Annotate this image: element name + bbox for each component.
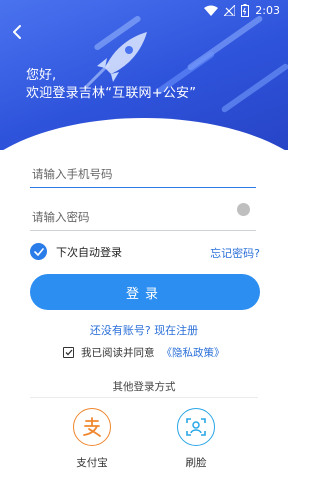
register-link[interactable]: 还没有账号? 现在注册	[0, 322, 288, 338]
status-bar: 2:03	[0, 0, 288, 20]
greeting-text: 您好,	[26, 68, 57, 83]
forgot-password-link[interactable]: 忘记密码?	[210, 245, 260, 261]
other-login-title: 其他登录方式	[112, 381, 176, 393]
check-icon	[33, 247, 44, 256]
face-scan-icon[interactable]	[177, 408, 215, 446]
auto-login-checkbox[interactable]	[30, 243, 47, 260]
auto-login-option[interactable]: 下次自动登录	[30, 243, 122, 260]
status-time: 2:03	[255, 3, 280, 17]
login-button[interactable]: 登录	[30, 274, 260, 310]
header-banner: 2:03 您好, 欢迎登录吉林“互联网+公安”	[0, 0, 288, 150]
password-input[interactable]	[30, 203, 256, 230]
auto-login-label: 下次自动登录	[56, 245, 122, 259]
agree-checkbox[interactable]	[63, 347, 74, 358]
divider	[30, 397, 258, 398]
decor-streak	[220, 62, 288, 114]
alipay-login-option[interactable]: 支付宝	[62, 408, 122, 470]
phone-input[interactable]	[30, 160, 256, 187]
welcome-title: 欢迎登录吉林“互联网+公安”	[26, 86, 197, 101]
alipay-icon[interactable]	[73, 408, 111, 446]
check-icon	[65, 349, 72, 356]
back-button[interactable]	[6, 22, 28, 44]
signal-off-icon	[224, 4, 236, 16]
face-label: 刷脸	[185, 457, 207, 469]
phone-field[interactable]	[30, 160, 256, 188]
alipay-label: 支付宝	[76, 457, 108, 469]
privacy-policy-link[interactable]: 《隐私政策》	[162, 345, 225, 360]
back-arrow-icon	[13, 25, 21, 39]
password-field[interactable]	[30, 203, 256, 231]
header-curve	[0, 118, 288, 150]
battery-icon	[241, 3, 250, 17]
password-visibility-toggle[interactable]	[237, 203, 250, 216]
agree-label: 我已阅读并同意	[81, 347, 155, 359]
face-login-option[interactable]: 刷脸	[166, 408, 226, 470]
wifi-icon	[204, 5, 219, 16]
privacy-agreement: 我已阅读并同意 《隐私政策》	[63, 345, 225, 360]
